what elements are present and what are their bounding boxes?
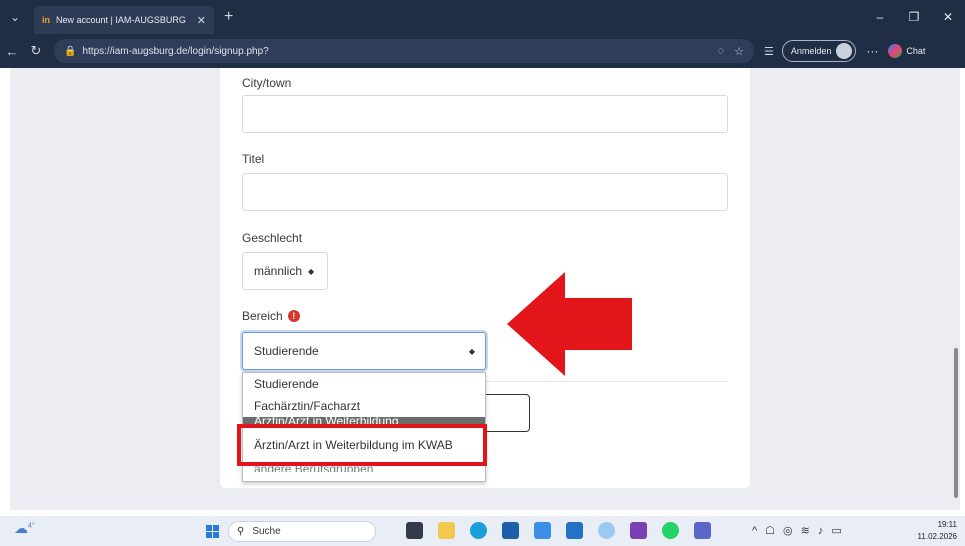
taskbar-search[interactable]: ⚲ Suche	[228, 521, 376, 542]
bereich-label-row: Bereich !	[242, 309, 300, 323]
windows-start-icon[interactable]	[206, 525, 219, 538]
select-arrows-icon: ◆	[468, 346, 475, 356]
file-explorer-icon[interactable]	[438, 522, 455, 539]
favorites-list-icon[interactable]: ☰	[764, 45, 774, 58]
red-arrow-annotation	[507, 272, 632, 376]
photos-icon[interactable]	[534, 522, 551, 539]
copilot-chat-button[interactable]: Chat	[888, 44, 925, 58]
task-view-icon[interactable]	[406, 522, 423, 539]
lock-icon[interactable]: 🔒	[64, 46, 76, 57]
search-icon: ⚲	[237, 526, 245, 537]
chat-label: Chat	[906, 46, 926, 56]
dropdown-option[interactable]: Fachärztin/Facharzt	[243, 395, 485, 417]
browser-titlebar: ⌄ in New account | IAM-AUGSBURG ✕ + – ❐ …	[0, 0, 965, 34]
tab-title: New account | IAM-AUGSBURG	[56, 15, 186, 25]
reader-mode-icon[interactable]: ◌	[718, 45, 725, 57]
window-controls: – ❐ ✕	[863, 0, 965, 34]
security-icon[interactable]: ◎	[783, 524, 793, 537]
city-label: City/town	[242, 76, 292, 90]
new-tab-icon[interactable]: +	[224, 8, 233, 26]
network-icon[interactable]: ☖	[765, 524, 775, 537]
copilot-icon	[888, 44, 903, 58]
favorite-star-icon[interactable]: ☆	[734, 45, 744, 58]
bereich-select[interactable]: Studierende ◆	[242, 332, 486, 370]
search-placeholder: Suche	[252, 526, 281, 537]
tab-new-account[interactable]: in New account | IAM-AUGSBURG ✕	[34, 6, 214, 34]
back-arrow-icon[interactable]: ←	[0, 44, 24, 59]
title-input[interactable]	[242, 173, 728, 211]
battery-icon[interactable]: ▭	[831, 524, 841, 537]
volume-icon[interactable]: ♪	[818, 525, 824, 537]
signin-button[interactable]: Anmelden	[781, 40, 857, 62]
outlook-icon[interactable]	[566, 522, 583, 539]
bereich-label: Bereich	[242, 309, 283, 323]
clock-time: 19:11	[937, 520, 957, 529]
more-options-icon[interactable]: ···	[866, 44, 878, 58]
tab-actions-chevron-icon[interactable]: ⌄	[0, 0, 30, 34]
taskbar-clock[interactable]: 19:11 11.02.2026	[918, 519, 957, 543]
wifi-icon[interactable]: ≋	[801, 524, 810, 537]
site-favicon-icon: in	[42, 15, 50, 25]
gender-select[interactable]: männlich ◆	[242, 252, 328, 290]
edge-icon[interactable]	[470, 522, 487, 539]
reload-icon[interactable]: ↻	[24, 43, 48, 59]
gender-select-value: männlich	[254, 264, 303, 278]
weather-temp: 4°	[28, 522, 35, 530]
close-window-icon[interactable]: ✕	[931, 10, 965, 24]
weather-widget[interactable]: ☁4°	[14, 520, 35, 537]
teams-icon[interactable]	[694, 522, 711, 539]
restore-icon[interactable]: ❐	[897, 10, 931, 24]
browser-toolbar: ← ↻ 🔒 https://iam-augsburg.de/login/sign…	[0, 34, 965, 68]
title-label: Titel	[242, 152, 265, 166]
minimize-icon[interactable]: –	[863, 10, 897, 24]
gender-label: Geschlecht	[242, 231, 303, 245]
bereich-select-value: Studierende	[254, 344, 319, 358]
cloud-icon: ☁	[14, 520, 28, 536]
whatsapp-icon[interactable]	[662, 522, 679, 539]
page-viewport: City/town Titel Geschlecht männlich ◆ Be…	[10, 68, 960, 510]
onenote-icon[interactable]	[630, 522, 647, 539]
dropdown-option[interactable]: Studierende	[243, 373, 485, 395]
signin-label: Anmelden	[790, 46, 832, 56]
select-arrows-icon: ◆	[308, 266, 315, 276]
clock-date: 11.02.2026	[917, 532, 957, 541]
store-icon[interactable]	[502, 522, 519, 539]
page-scrollbar[interactable]	[954, 348, 958, 498]
tab-close-icon[interactable]: ✕	[197, 14, 206, 27]
required-icon: !	[287, 310, 300, 322]
url-text[interactable]: https://iam-augsburg.de/login/signup.php…	[82, 46, 707, 57]
chevron-up-icon[interactable]: ^	[752, 525, 757, 537]
address-bar[interactable]: 🔒 https://iam-augsburg.de/login/signup.p…	[54, 39, 754, 63]
system-tray: ^ ☖ ◎ ≋ ♪ ▭	[752, 524, 842, 538]
city-input[interactable]	[242, 95, 728, 133]
highlight-frame	[237, 424, 487, 466]
windows-taskbar: ☁4° ⚲ Suche ^ ☖ ◎ ≋ ♪ ▭ 19:11 11.02.2026	[0, 516, 965, 546]
signup-form-card: City/town Titel Geschlecht männlich ◆ Be…	[220, 68, 750, 488]
avatar-icon	[836, 43, 853, 59]
copilot-taskbar-icon[interactable]	[598, 522, 615, 539]
